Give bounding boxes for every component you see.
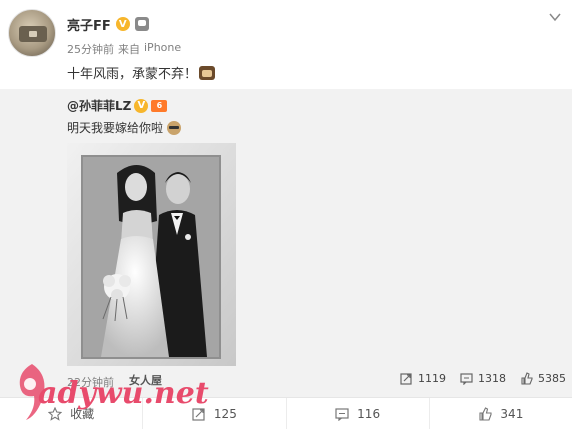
repost-stats: 1119 1318 5385 xyxy=(400,372,566,385)
repost-button[interactable]: 125 xyxy=(143,398,287,429)
emoji-icon xyxy=(199,65,216,80)
star-icon xyxy=(48,406,63,421)
vip-badge-icon: V xyxy=(115,17,130,31)
like-count: 5385 xyxy=(538,372,566,385)
comment-icon xyxy=(335,407,349,421)
repost-author-name[interactable]: @孙菲菲LZ xyxy=(67,97,131,114)
repost-stat-comments[interactable]: 1318 xyxy=(460,372,506,385)
like-button-count: 341 xyxy=(500,406,524,421)
wedding-photo[interactable] xyxy=(67,143,236,366)
like-button[interactable]: 341 xyxy=(430,398,572,429)
post-text: 十年风雨，承蒙不弃！ xyxy=(67,63,216,82)
repost-time[interactable]: 22分钟前 xyxy=(67,374,114,390)
post-text-content: 十年风雨，承蒙不弃！ xyxy=(67,67,198,82)
avatar-image xyxy=(19,26,47,42)
chevron-down-icon[interactable] xyxy=(548,10,562,24)
repost-icon xyxy=(400,373,412,385)
action-bar: 收藏 125 116 341 xyxy=(0,397,572,429)
member-icon xyxy=(134,17,149,31)
comment-button[interactable]: 116 xyxy=(287,398,430,429)
repost-stat-likes[interactable]: 5385 xyxy=(520,372,566,385)
post-source[interactable]: iPhone xyxy=(144,41,181,57)
repost-text: 明天我要嫁给你啦 xyxy=(67,119,182,136)
repost-card: @孙菲菲LZ V 6 明天我要嫁给你啦 22分钟前 1119 1318 5385 xyxy=(0,89,572,397)
cool-face-emoji-icon xyxy=(167,120,182,135)
post-source-prefix: 来自 xyxy=(118,43,140,56)
comment-icon xyxy=(460,373,473,385)
repost-count: 1119 xyxy=(418,372,446,385)
repost-level-badge-icon: 6 xyxy=(151,99,168,112)
author-name[interactable]: 亮子FF xyxy=(67,15,111,34)
author-avatar[interactable] xyxy=(8,9,56,57)
repost-button-count: 125 xyxy=(213,406,237,421)
repost-author-row: @孙菲菲LZ V 6 xyxy=(67,97,168,114)
repost-stat-reposts[interactable]: 1119 xyxy=(400,372,446,385)
favorite-label: 收藏 xyxy=(70,407,95,421)
repost-icon xyxy=(192,407,205,421)
post-meta: 25分钟前 来自 iPhone xyxy=(67,41,181,57)
comment-button-count: 116 xyxy=(357,406,381,421)
repost-vip-badge-icon: V xyxy=(134,98,149,113)
comment-count: 1318 xyxy=(478,372,506,385)
wedding-photo-image xyxy=(67,143,236,366)
repost-text-content: 明天我要嫁给你啦 xyxy=(67,121,164,135)
post-time[interactable]: 25分钟前 xyxy=(67,41,114,57)
favorite-button[interactable]: 收藏 xyxy=(0,398,144,429)
like-icon xyxy=(479,406,492,421)
like-icon xyxy=(521,372,533,385)
author-row: 亮子FF V xyxy=(67,15,149,34)
